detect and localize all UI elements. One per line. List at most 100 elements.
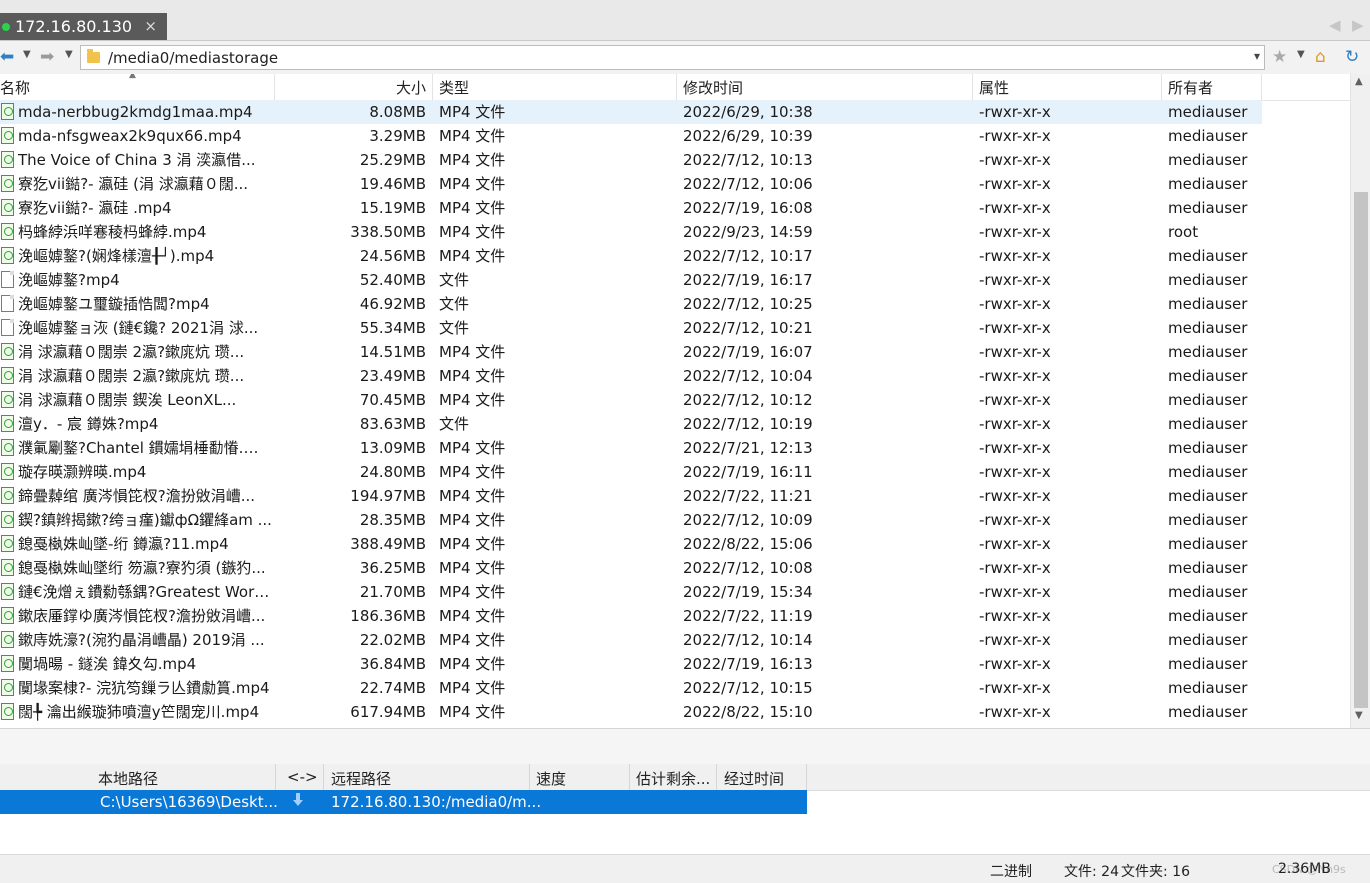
file-owner: mediauser bbox=[1168, 535, 1248, 553]
file-type: MP4 文件 bbox=[439, 247, 506, 265]
session-tab-title: 172.16.80.130 bbox=[15, 17, 133, 36]
pane-splitter[interactable] bbox=[0, 728, 1370, 766]
video-file-icon bbox=[1, 607, 14, 624]
file-type: MP4 文件 bbox=[439, 607, 506, 625]
file-row[interactable]: The Voice of China 3 涓 湙瀛借... 25.29MB MP4 … bbox=[0, 148, 1262, 172]
file-modified: 2022/7/19, 16:17 bbox=[683, 271, 813, 289]
file-row[interactable]: 鎴戞槸姝屾墜-绗 鐏瀛?11.mp4 388.49MB MP4 文件 2022/8/2… bbox=[0, 532, 1262, 556]
file-attributes: -rwxr-xr-x bbox=[979, 487, 1051, 505]
status-bar: 二进制 文件: 24 文件夹: 16 CSDN @Nn9s 2.36MB bbox=[0, 854, 1370, 883]
queue-header: 本地路径 <-> 远程路径 速度 估计剩余... 经过时间 bbox=[0, 764, 1370, 791]
file-attributes: -rwxr-xr-x bbox=[979, 583, 1051, 601]
file-row[interactable]: 浼嶇嫭鐜ユ璽鏇插悎闆?mp4 46.92MB 文件 2022/7/12, 10:25 -… bbox=[0, 292, 1262, 316]
file-row[interactable]: 鎴戞槸姝屾墜绗 笏瀛?寮犳須 (鏃犳... 36.25MB MP4 文件 2022/7… bbox=[0, 556, 1262, 580]
file-row[interactable]: 浼嶇嫭鐜ョ洃 (鏈€鑱? 2021涓 浗... 55.34MB 文件 2022/7/1… bbox=[0, 316, 1262, 340]
queue-row[interactable]: C:\Users\16369\Deskt... 172.16.80.130:/m… bbox=[0, 790, 807, 814]
file-row[interactable]: 闃堝暘 - 鐩涘 鍏夊勾.mp4 36.84MB MP4 文件 2022/7/19, … bbox=[0, 652, 1262, 676]
column-type[interactable]: 类型 bbox=[439, 77, 469, 97]
file-icon bbox=[1, 295, 14, 312]
file-row[interactable]: 澶у．- 宸 鐏姝?mp4 83.63MB 文件 2022/7/12, 10:19 -r… bbox=[0, 412, 1262, 436]
file-type: MP4 文件 bbox=[439, 679, 506, 697]
file-row[interactable]: 鍥?鎮辫揭鏉?绔ョ瘽)钀фΩ鑺綘am ... 28.35MB MP4 文件 2022/… bbox=[0, 508, 1262, 532]
tab-next-icon[interactable]: ▶ bbox=[1352, 16, 1364, 34]
queue-column-direction[interactable]: <-> bbox=[287, 768, 318, 786]
file-row[interactable]: 杩蜂綍浜咩寋稜杩蜂綍.mp4 338.50MB MP4 文件 2022/9/23, 1… bbox=[0, 220, 1262, 244]
tab-prev-icon[interactable]: ◀ bbox=[1329, 16, 1341, 34]
file-row[interactable]: 寮犵vii鐑?- 瀛硅 .mp4 15.19MB MP4 文件 2022/7/19, … bbox=[0, 196, 1262, 220]
file-row[interactable]: 鏈€浼熷ぇ鐨勬綔鍝?Greatest Work... 21.70MB MP4 文件 2… bbox=[0, 580, 1262, 604]
file-name: The Voice of China 3 涓 湙瀛借... bbox=[18, 151, 256, 169]
scroll-up-icon[interactable]: ▲ bbox=[1355, 76, 1363, 87]
queue-column-eta[interactable]: 估计剩余... bbox=[636, 768, 710, 789]
session-tab[interactable]: 172.16.80.130 × bbox=[0, 13, 167, 40]
video-file-icon bbox=[1, 655, 14, 672]
transfer-mode[interactable]: 二进制 bbox=[990, 861, 1032, 881]
bookmark-star-icon[interactable]: ★ bbox=[1272, 47, 1287, 67]
vertical-scrollbar[interactable]: ▲ ▼ bbox=[1350, 74, 1370, 728]
folder-count: 文件夹: 16 bbox=[1121, 864, 1190, 880]
file-row[interactable]: 涓 浗瀛藉０闊崇 2瀛?鏉庣炕 瓒... 14.51MB MP4 文件 2022/7/… bbox=[0, 340, 1262, 364]
file-size: 19.46MB bbox=[359, 175, 426, 193]
queue-column-speed[interactable]: 速度 bbox=[536, 768, 566, 789]
file-name: 闃堟案棣?- 浣犺笉鏁ラ亾鐨勮篔.mp4 bbox=[18, 679, 270, 697]
video-file-icon bbox=[1, 223, 14, 240]
file-modified: 2022/7/12, 10:21 bbox=[683, 319, 813, 337]
file-modified: 2022/8/22, 15:06 bbox=[683, 535, 813, 553]
column-size[interactable]: 大小 bbox=[276, 77, 426, 97]
close-tab-icon[interactable]: × bbox=[144, 17, 157, 35]
file-modified: 2022/7/21, 12:13 bbox=[683, 439, 813, 457]
file-row[interactable]: 鍗曡繛绾 廣涔愪笓杈?澹扮敓涓嶆... 194.97MB MP4 文件 2022/7/… bbox=[0, 484, 1262, 508]
column-owner[interactable]: 所有者 bbox=[1168, 77, 1213, 97]
file-modified: 2022/7/12, 10:15 bbox=[683, 679, 813, 697]
path-input[interactable]: /media0/mediastorage ▾ bbox=[80, 45, 1265, 70]
file-row[interactable]: 浼嶇嫭鐜?mp4 52.40MB 文件 2022/7/19, 16:17 -rwxr-x… bbox=[0, 268, 1262, 292]
home-folder-icon[interactable]: ⌂ bbox=[1315, 47, 1326, 67]
file-owner: mediauser bbox=[1168, 631, 1248, 649]
file-modified: 2022/7/19, 16:07 bbox=[683, 343, 813, 361]
file-row[interactable]: mda-nerbbug2kmdg1maa.mp4 8.08MB MP4 文件 2022… bbox=[0, 100, 1262, 124]
file-row[interactable]: 璇存暎灏辨暎.mp4 24.80MB MP4 文件 2022/7/19, 16:11 -… bbox=[0, 460, 1262, 484]
file-row[interactable]: 寮犵vii鐑?- 瀛硅 (涓 浗瀛藉０闊... 19.46MB MP4 文件 2022… bbox=[0, 172, 1262, 196]
video-file-icon bbox=[1, 583, 14, 600]
bookmark-dropdown-icon[interactable]: ▼ bbox=[1297, 49, 1305, 60]
file-attributes: -rwxr-xr-x bbox=[979, 655, 1051, 673]
queue-column-remote[interactable]: 远程路径 bbox=[331, 768, 391, 789]
file-row[interactable]: 濮氭劚鐜?Chantel 鏆嬬埍棰勫慻.mp4 13.09MB MP4 文件 2022… bbox=[0, 436, 1262, 460]
column-attributes[interactable]: 属性 bbox=[979, 77, 1009, 97]
scrollbar-thumb[interactable] bbox=[1354, 192, 1368, 708]
file-row[interactable]: 涓 浗瀛藉０闊崇 2瀛?鏉庣炕 瓒... 23.49MB MP4 文件 2022/7/… bbox=[0, 364, 1262, 388]
file-attributes: -rwxr-xr-x bbox=[979, 463, 1051, 481]
file-modified: 2022/7/22, 11:21 bbox=[683, 487, 813, 505]
forward-dropdown-icon[interactable]: ▼ bbox=[65, 49, 73, 60]
queue-remote-path: 172.16.80.130:/media0/m... bbox=[331, 793, 542, 811]
file-type: MP4 文件 bbox=[439, 223, 506, 241]
back-dropdown-icon[interactable]: ▼ bbox=[23, 49, 31, 60]
path-dropdown-icon[interactable]: ▾ bbox=[1254, 49, 1260, 63]
file-row[interactable]: 涓 浗瀛藉０闊崇 鍥涘 LeonXL... 70.45MB MP4 文件 2022/7… bbox=[0, 388, 1262, 412]
file-attributes: -rwxr-xr-x bbox=[979, 199, 1051, 217]
file-name: 濮氭劚鐜?Chantel 鏆嬬埍棰勫慻.mp4 bbox=[18, 439, 273, 457]
file-row[interactable]: 闃堟案棣?- 浣犺笉鏁ラ亾鐨勮篔.mp4 22.74MB MP4 文件 2022/7/… bbox=[0, 676, 1262, 700]
file-row[interactable]: mda-nfsgweax2k9qux66.mp4 3.29MB MP4 文件 2022… bbox=[0, 124, 1262, 148]
file-type: MP4 文件 bbox=[439, 487, 506, 505]
file-attributes: -rwxr-xr-x bbox=[979, 439, 1051, 457]
scroll-down-icon[interactable]: ▼ bbox=[1355, 710, 1363, 721]
file-owner: mediauser bbox=[1168, 703, 1248, 721]
file-row[interactable]: 鏉庤姺濠?(涴犳瞐涓嶆瞐) 2019涓 ... 22.02MB MP4 文件 2022… bbox=[0, 628, 1262, 652]
column-modified[interactable]: 修改时间 bbox=[683, 77, 743, 97]
column-name[interactable]: 名称 bbox=[0, 77, 30, 97]
queue-column-local[interactable]: 本地路径 bbox=[98, 768, 158, 789]
video-file-icon bbox=[1, 439, 14, 456]
file-modified: 2022/7/12, 10:09 bbox=[683, 511, 813, 529]
file-row[interactable]: 鏉庡厜鐣ゆ廣涔愪笓杈?澹扮敓涓嶆... 186.36MB MP4 文件 2022/7/… bbox=[0, 604, 1262, 628]
queue-column-elapsed[interactable]: 经过时间 bbox=[724, 768, 784, 789]
file-size: 13.09MB bbox=[359, 439, 426, 457]
refresh-icon[interactable]: ↻ bbox=[1345, 47, 1359, 67]
forward-arrow-icon[interactable]: ➡ bbox=[40, 47, 54, 67]
file-row[interactable]: 闊╄ 瀹出緱璇犻噴澶у笀闊宠川.mp4 617.94MB MP4 文件 2022/8/… bbox=[0, 700, 1262, 724]
file-attributes: -rwxr-xr-x bbox=[979, 223, 1051, 241]
file-modified: 2022/7/19, 15:34 bbox=[683, 583, 813, 601]
back-arrow-icon[interactable]: ⬅ bbox=[0, 47, 14, 67]
file-owner: mediauser bbox=[1168, 463, 1248, 481]
file-row[interactable]: 浼嶇嫭鐜?(娴烽樣澶╂┘).mp4 24.56MB MP4 文件 2022/7/12,… bbox=[0, 244, 1262, 268]
